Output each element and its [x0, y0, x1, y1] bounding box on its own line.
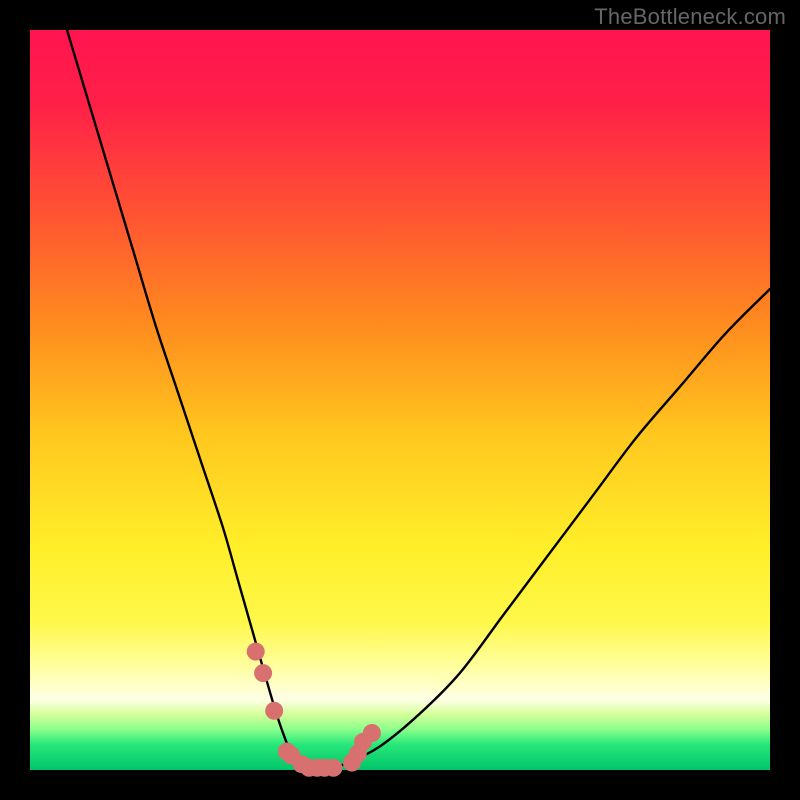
marker-dot	[324, 759, 342, 777]
marker-dot	[247, 643, 265, 661]
marker-dot	[254, 664, 272, 682]
plot-area	[30, 30, 770, 770]
chart-frame: TheBottleneck.com	[0, 0, 800, 800]
bottleneck-chart	[0, 0, 800, 800]
watermark-text: TheBottleneck.com	[594, 4, 786, 30]
marker-dot	[363, 724, 381, 742]
marker-dot	[265, 702, 283, 720]
